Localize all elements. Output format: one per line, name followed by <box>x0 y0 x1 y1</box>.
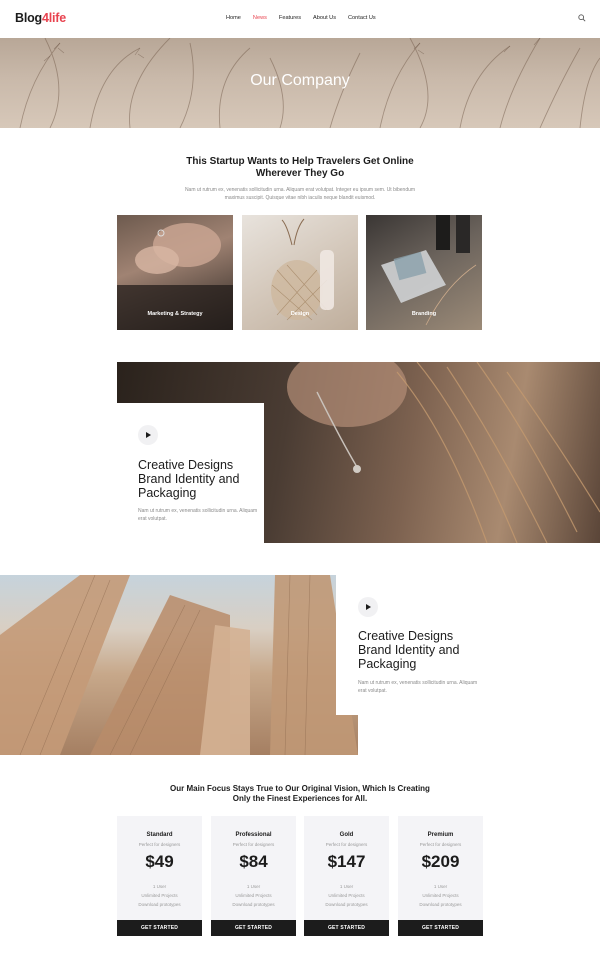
nav-item-features[interactable]: Features <box>279 15 301 21</box>
feature-card-2: Creative Designs Brand Identity and Pack… <box>336 575 600 715</box>
play-icon[interactable] <box>358 597 378 617</box>
plan-price: $84 <box>239 852 268 871</box>
logo-text-accent: 4life <box>41 11 66 25</box>
intro-heading: This Startup Wants to Help Travelers Get… <box>186 156 414 179</box>
plan-feature: Unlimited Projects <box>235 893 272 898</box>
plan-price: $147 <box>327 852 366 871</box>
feature-image-columns <box>0 575 358 755</box>
feature-text-1: Nam ut rutrum ex, venenatis sollicitudin… <box>138 508 258 522</box>
card-label: Design <box>290 311 310 317</box>
feature-text-2: Nam ut rutrum ex, venenatis sollicitudin… <box>358 680 478 694</box>
plan-name: Premium <box>427 832 454 838</box>
plan-feature: Download prototypes <box>232 902 275 907</box>
pricing-card-gold: Gold Perfect for designers $147 1 User U… <box>304 816 389 920</box>
feature-title-2: Creative Designs Brand Identity and Pack… <box>358 629 460 671</box>
get-started-button-professional[interactable]: GET STARTED <box>211 920 296 936</box>
hero-banner: Our Company <box>0 38 600 128</box>
plan-feature: Unlimited Projects <box>141 893 178 898</box>
plan-feature: Download prototypes <box>138 902 181 907</box>
site-logo[interactable]: Blog4life <box>15 11 66 25</box>
plan-feature: 1 User <box>339 884 354 889</box>
nav-item-news[interactable]: News <box>253 15 267 21</box>
get-started-button-premium[interactable]: GET STARTED <box>398 920 483 936</box>
nav-item-home[interactable]: Home <box>226 15 241 21</box>
pricing-card-premium: Premium Perfect for designers $209 1 Use… <box>398 816 483 920</box>
plan-feature: 1 User <box>246 884 261 889</box>
plan-subtitle: Perfect for designers <box>232 842 275 847</box>
plan-subtitle: Perfect for designers <box>419 842 462 847</box>
plan-name: Gold <box>339 832 354 838</box>
plan-name: Standard <box>146 832 173 838</box>
get-started-button-standard[interactable]: GET STARTED <box>117 920 202 936</box>
nav-item-about-us[interactable]: About Us <box>313 15 336 21</box>
plan-feature: 1 User <box>433 884 448 889</box>
service-card-design[interactable]: Design <box>242 215 358 330</box>
card-label: Marketing & Strategy <box>147 311 203 317</box>
pricing-card-professional: Professional Perfect for designers $84 1… <box>211 816 296 920</box>
search-icon[interactable] <box>578 14 586 22</box>
feature-title-1: Creative Designs Brand Identity and Pack… <box>138 458 240 500</box>
feature-card-1: Creative Designs Brand Identity and Pack… <box>117 403 264 553</box>
service-card-marketing[interactable]: Marketing & Strategy <box>117 215 233 330</box>
pricing-heading: Our Main Focus Stays True to Our Origina… <box>170 784 430 803</box>
service-card-branding[interactable]: Branding <box>366 215 482 330</box>
hero-title: Our Company <box>250 72 350 89</box>
plan-price: $209 <box>421 852 460 871</box>
plan-name: Professional <box>235 832 272 838</box>
card-label: Branding <box>411 311 437 317</box>
site-header: Blog4life Home News Features About Us Co… <box>0 0 600 38</box>
main-nav: Home News Features About Us Contact Us <box>226 15 388 21</box>
columns-photo <box>0 575 358 755</box>
plan-feature: Download prototypes <box>325 902 368 907</box>
nav-item-contact-us[interactable]: Contact Us <box>348 15 376 21</box>
intro-text: Nam ut rutrum ex, venenatis sollicitudin… <box>184 187 416 201</box>
plan-subtitle: Perfect for designers <box>138 842 181 847</box>
plan-price: $49 <box>145 852 174 871</box>
pricing-card-standard: Standard Perfect for designers $49 1 Use… <box>117 816 202 920</box>
plan-feature: Unlimited Projects <box>328 893 365 898</box>
plan-feature: Download prototypes <box>419 902 462 907</box>
plan-feature: 1 User <box>152 884 167 889</box>
logo-text-main: Blog <box>15 11 42 25</box>
plan-subtitle: Perfect for designers <box>325 842 368 847</box>
get-started-button-gold[interactable]: GET STARTED <box>304 920 389 936</box>
play-icon[interactable] <box>138 425 158 445</box>
plan-feature: Unlimited Projects <box>422 893 459 898</box>
